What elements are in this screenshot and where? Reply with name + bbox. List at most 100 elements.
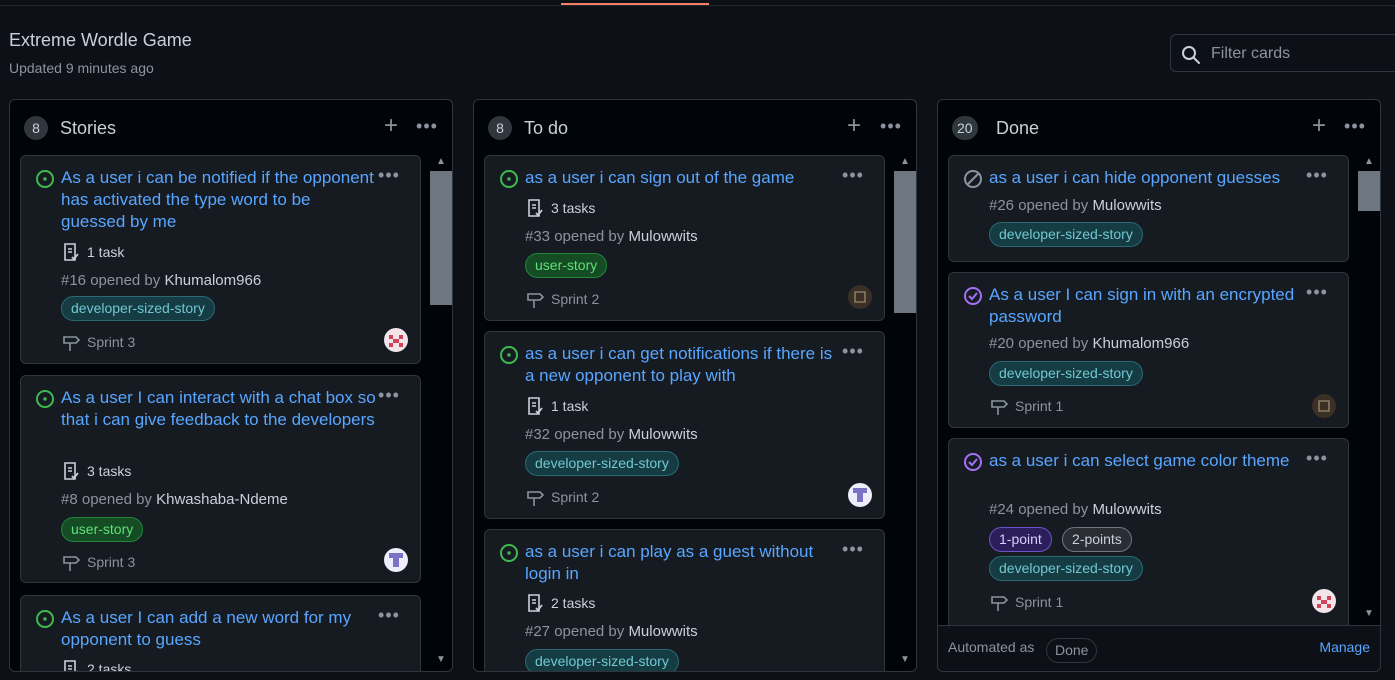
milestone-label[interactable]: Sprint 2 xyxy=(551,486,599,508)
column-scrollbar[interactable]: ▲ ▼ xyxy=(1358,153,1380,627)
issue-card[interactable]: As a user i can be notified if the oppon… xyxy=(20,155,421,364)
milestone-label[interactable]: Sprint 3 xyxy=(87,551,135,573)
milestone-label[interactable]: Sprint 3 xyxy=(87,331,135,353)
task-count-text: 1 task xyxy=(551,398,589,414)
issue-title-link[interactable]: as a user i can play as a guest without … xyxy=(525,541,840,585)
issue-title-link[interactable]: As a user I can add a new word for my op… xyxy=(61,607,376,651)
issue-author-link[interactable]: Khumalom966 xyxy=(164,272,261,289)
task-count-text: 3 tasks xyxy=(551,200,596,216)
issue-card[interactable]: as a user i can select game color theme … xyxy=(948,438,1349,638)
milestone-icon xyxy=(63,336,81,351)
label-developer-sized-story[interactable]: developer-sized-story xyxy=(989,222,1143,247)
label-developer-sized-story[interactable]: developer-sized-story xyxy=(525,649,679,671)
scroll-up-icon[interactable]: ▲ xyxy=(1362,155,1376,169)
issue-author-link[interactable]: Mulowwits xyxy=(1092,501,1161,518)
filter-cards-input[interactable] xyxy=(1211,43,1391,65)
issue-title-link[interactable]: as a user i can get notifications if the… xyxy=(525,343,840,387)
scrollbar-thumb[interactable] xyxy=(894,171,916,313)
issue-card[interactable]: As a user I can add a new word for my op… xyxy=(20,595,421,671)
label-2-points[interactable]: 2-points xyxy=(1062,527,1132,552)
task-count-text: 3 tasks xyxy=(87,463,132,479)
issue-author-link[interactable]: Khwashaba-Ndeme xyxy=(156,491,288,508)
avatar[interactable] xyxy=(848,285,872,309)
card-menu-button[interactable]: ••• xyxy=(1304,164,1330,186)
scroll-down-icon[interactable]: ▼ xyxy=(434,653,448,667)
issue-author-link[interactable]: Mulowwits xyxy=(628,426,697,443)
filter-cards-field[interactable] xyxy=(1170,34,1395,72)
scroll-up-icon[interactable]: ▲ xyxy=(898,155,912,169)
issue-title-link[interactable]: As a user i can be notified if the oppon… xyxy=(61,167,376,233)
milestone-icon xyxy=(527,491,545,506)
issue-number-opened: #26 opened by xyxy=(989,197,1089,214)
issue-title-link[interactable]: as a user i can sign out of the game xyxy=(525,167,840,189)
add-card-button[interactable]: + xyxy=(842,112,866,140)
issue-title-link[interactable]: As a user I can interact with a chat box… xyxy=(61,387,376,431)
tasklist-icon xyxy=(528,397,543,415)
card-menu-button[interactable]: ••• xyxy=(376,164,402,186)
column-menu-button[interactable]: ••• xyxy=(414,112,440,140)
scroll-up-icon[interactable]: ▲ xyxy=(434,155,448,169)
issue-title-link[interactable]: as a user i can hide opponent guesses xyxy=(989,167,1304,189)
milestone-label[interactable]: Sprint 2 xyxy=(551,288,599,310)
label-user-story[interactable]: user-story xyxy=(525,253,608,278)
issue-author-link[interactable]: Khumalom966 xyxy=(1092,335,1189,352)
column-menu-button[interactable]: ••• xyxy=(878,112,904,140)
label-1-point[interactable]: 1-point xyxy=(989,527,1052,552)
add-card-button[interactable]: + xyxy=(1307,112,1331,140)
scroll-down-icon[interactable]: ▼ xyxy=(898,653,912,667)
column-title: Done xyxy=(996,118,1040,138)
card-menu-button[interactable]: ••• xyxy=(840,538,866,560)
issue-card[interactable]: as a user i can hide opponent guesses ••… xyxy=(948,155,1349,262)
card-menu-button[interactable]: ••• xyxy=(840,164,866,186)
issue-title-link[interactable]: As a user I can sign in with an encrypte… xyxy=(989,284,1304,328)
column-header: 8 To do + ••• xyxy=(474,100,916,155)
issue-card[interactable]: as a user i can get notifications if the… xyxy=(484,331,885,519)
card-menu-button[interactable]: ••• xyxy=(376,384,402,406)
column-title: To do xyxy=(524,118,569,138)
label-developer-sized-story[interactable]: developer-sized-story xyxy=(989,361,1143,386)
card-menu-button[interactable]: ••• xyxy=(1304,447,1330,469)
manage-automation-link[interactable]: Manage xyxy=(1319,639,1370,655)
issue-title-link[interactable]: as a user i can select game color theme xyxy=(989,450,1304,472)
search-icon xyxy=(1182,46,1200,64)
issue-card[interactable]: As a user I can interact with a chat box… xyxy=(20,375,421,583)
column-menu-button[interactable]: ••• xyxy=(1342,112,1368,140)
issue-author-link[interactable]: Mulowwits xyxy=(628,228,697,245)
issue-author-link[interactable]: Mulowwits xyxy=(628,623,697,640)
avatar[interactable] xyxy=(384,548,408,572)
tasklist-icon xyxy=(528,199,543,217)
card-menu-button[interactable]: ••• xyxy=(1304,281,1330,303)
open-issue-icon xyxy=(500,170,518,188)
task-count-text: 1 task xyxy=(87,244,125,260)
milestone-label[interactable]: Sprint 1 xyxy=(1015,395,1063,417)
issue-meta: #24 opened by Mulowwits xyxy=(989,500,1162,520)
milestone-label[interactable]: Sprint 1 xyxy=(1015,591,1063,613)
column-scrollbar[interactable]: ▲ ▼ xyxy=(894,153,916,671)
label-user-story[interactable]: user-story xyxy=(61,517,144,542)
issue-card[interactable]: as a user i can play as a guest without … xyxy=(484,529,885,671)
issue-card[interactable]: As a user I can sign in with an encrypte… xyxy=(948,272,1349,428)
task-count-text: 2 tasks xyxy=(551,595,596,611)
column-scrollbar[interactable]: ▲ ▼ xyxy=(430,153,452,671)
scroll-down-icon[interactable]: ▼ xyxy=(1362,607,1376,621)
issue-card[interactable]: as a user i can sign out of the game •••… xyxy=(484,155,885,321)
label-developer-sized-story[interactable]: developer-sized-story xyxy=(61,296,215,321)
card-menu-button[interactable]: ••• xyxy=(376,604,402,626)
scrollbar-thumb[interactable] xyxy=(1358,171,1380,211)
scrollbar-thumb[interactable] xyxy=(430,171,452,305)
tasklist-icon xyxy=(64,462,79,480)
issue-meta: #33 opened by Mulowwits xyxy=(525,227,698,247)
add-card-button[interactable]: + xyxy=(379,112,403,140)
issue-author-link[interactable]: Mulowwits xyxy=(1092,197,1161,214)
label-developer-sized-story[interactable]: developer-sized-story xyxy=(525,451,679,476)
avatar[interactable] xyxy=(1312,394,1336,418)
label-developer-sized-story[interactable]: developer-sized-story xyxy=(989,556,1143,581)
milestone-icon xyxy=(63,556,81,571)
avatar[interactable] xyxy=(1312,589,1336,613)
tasklist-icon xyxy=(64,660,78,671)
avatar[interactable] xyxy=(384,328,408,352)
avatar[interactable] xyxy=(848,483,872,507)
milestone-icon xyxy=(527,293,545,308)
issue-number-opened: #8 opened by xyxy=(61,491,152,508)
card-menu-button[interactable]: ••• xyxy=(840,340,866,362)
